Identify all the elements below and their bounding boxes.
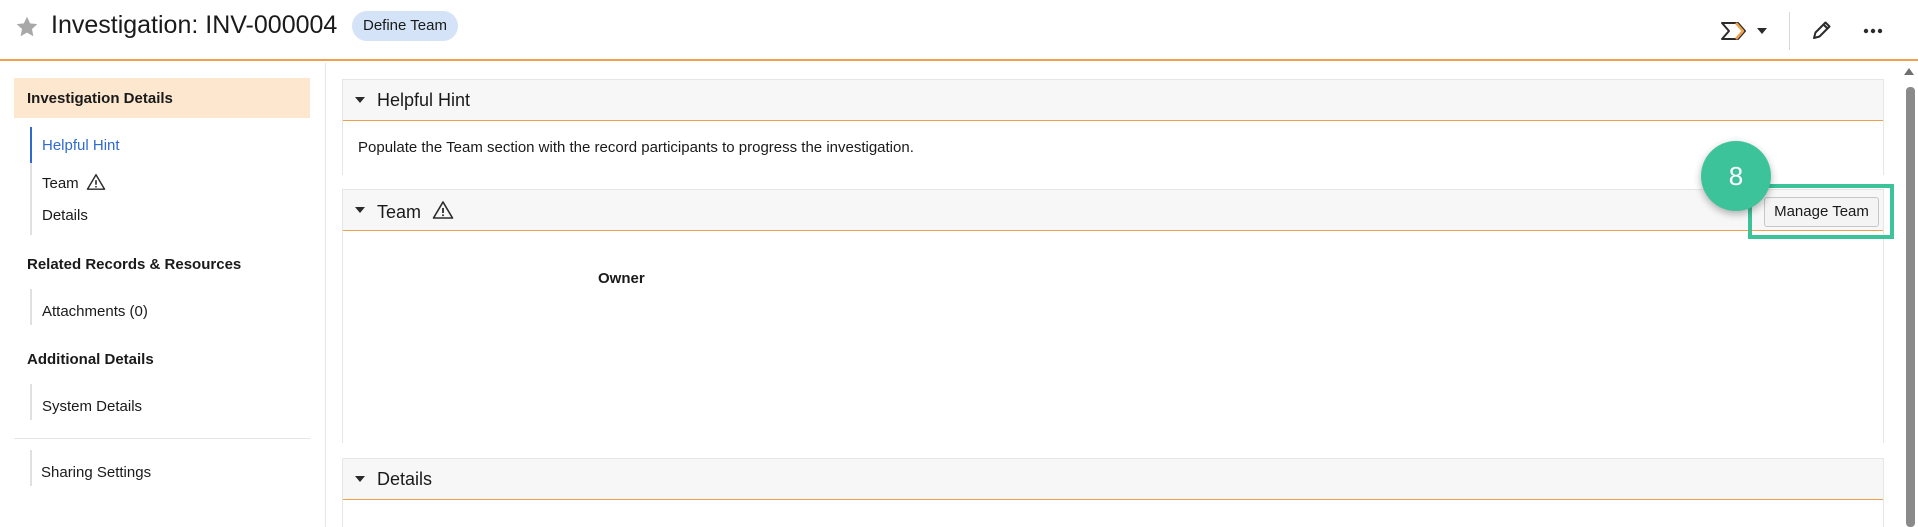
more-actions-button[interactable] (1858, 16, 1888, 46)
nav-active-section[interactable]: Investigation Details (14, 78, 310, 118)
section-title-text: Team (377, 202, 422, 222)
section-body: Populate the Team section with the recor… (343, 121, 1883, 175)
section-helpful-hint: Helpful Hint Populate the Team section w… (342, 79, 1884, 175)
nav-divider (14, 438, 310, 439)
edit-button[interactable] (1806, 16, 1836, 46)
nav-active-indicator (30, 127, 32, 163)
vertical-scrollbar[interactable] (1900, 63, 1918, 527)
collapse-caret-icon[interactable] (355, 476, 365, 482)
section-team: Team Owner (342, 189, 1884, 443)
section-title: Details (377, 469, 433, 489)
section-title: Team (377, 200, 454, 223)
nav-group-line (30, 289, 32, 325)
lifecycle-menu-button[interactable] (1720, 18, 1770, 44)
section-header[interactable]: Team (343, 190, 1883, 231)
nav-item-sharing-settings[interactable]: Sharing Settings (41, 464, 151, 481)
collapse-caret-icon[interactable] (355, 207, 365, 213)
section-navigation: Investigation Details Helpful Hint Team … (0, 63, 326, 527)
header-divider (1789, 12, 1790, 50)
section-title: Helpful Hint (377, 90, 471, 110)
nav-heading-related-records: Related Records & Resources (27, 256, 242, 273)
collapse-caret-icon[interactable] (355, 97, 365, 103)
nav-group-line (30, 450, 32, 486)
page-title: Investigation: INV-000004 (51, 11, 338, 39)
pencil-icon (1813, 21, 1831, 39)
nav-active-section-label: Investigation Details (27, 90, 173, 107)
nav-item-system-details[interactable]: System Details (42, 398, 142, 415)
nav-item-team-label: Team (42, 175, 79, 192)
favorite-star-icon[interactable] (14, 14, 40, 40)
hint-text: Populate the Team section with the recor… (358, 139, 914, 156)
scroll-up-arrow-icon[interactable] (1904, 68, 1914, 75)
step-number-badge: 8 (1701, 141, 1771, 211)
section-header[interactable]: Helpful Hint (343, 80, 1883, 121)
nav-item-details[interactable]: Details (42, 207, 88, 224)
status-badge: Define Team (352, 11, 458, 41)
owner-label: Owner (598, 270, 645, 287)
section-body: Owner (343, 231, 1883, 443)
nav-heading-additional-details: Additional Details (27, 351, 154, 368)
nav-item-attachments[interactable]: Attachments (0) (42, 303, 148, 320)
ellipsis-icon (1863, 28, 1883, 34)
section-header[interactable]: Details (343, 459, 1883, 500)
warning-icon (86, 174, 106, 190)
main-content: Helpful Hint Populate the Team section w… (326, 63, 1892, 527)
nav-group-line (30, 163, 32, 235)
warning-icon (432, 201, 454, 219)
nav-item-team[interactable]: Team (42, 173, 106, 192)
nav-item-helpful-hint[interactable]: Helpful Hint (42, 137, 120, 154)
step-highlight-box (1748, 184, 1894, 239)
scrollbar-thumb[interactable] (1906, 87, 1915, 527)
record-header: Investigation: INV-000004 Define Team (0, 0, 1918, 61)
chevron-down-icon (1757, 28, 1767, 34)
lifecycle-stages-icon (1721, 22, 1767, 40)
nav-group-line (30, 384, 32, 420)
section-details: Details (342, 458, 1884, 527)
